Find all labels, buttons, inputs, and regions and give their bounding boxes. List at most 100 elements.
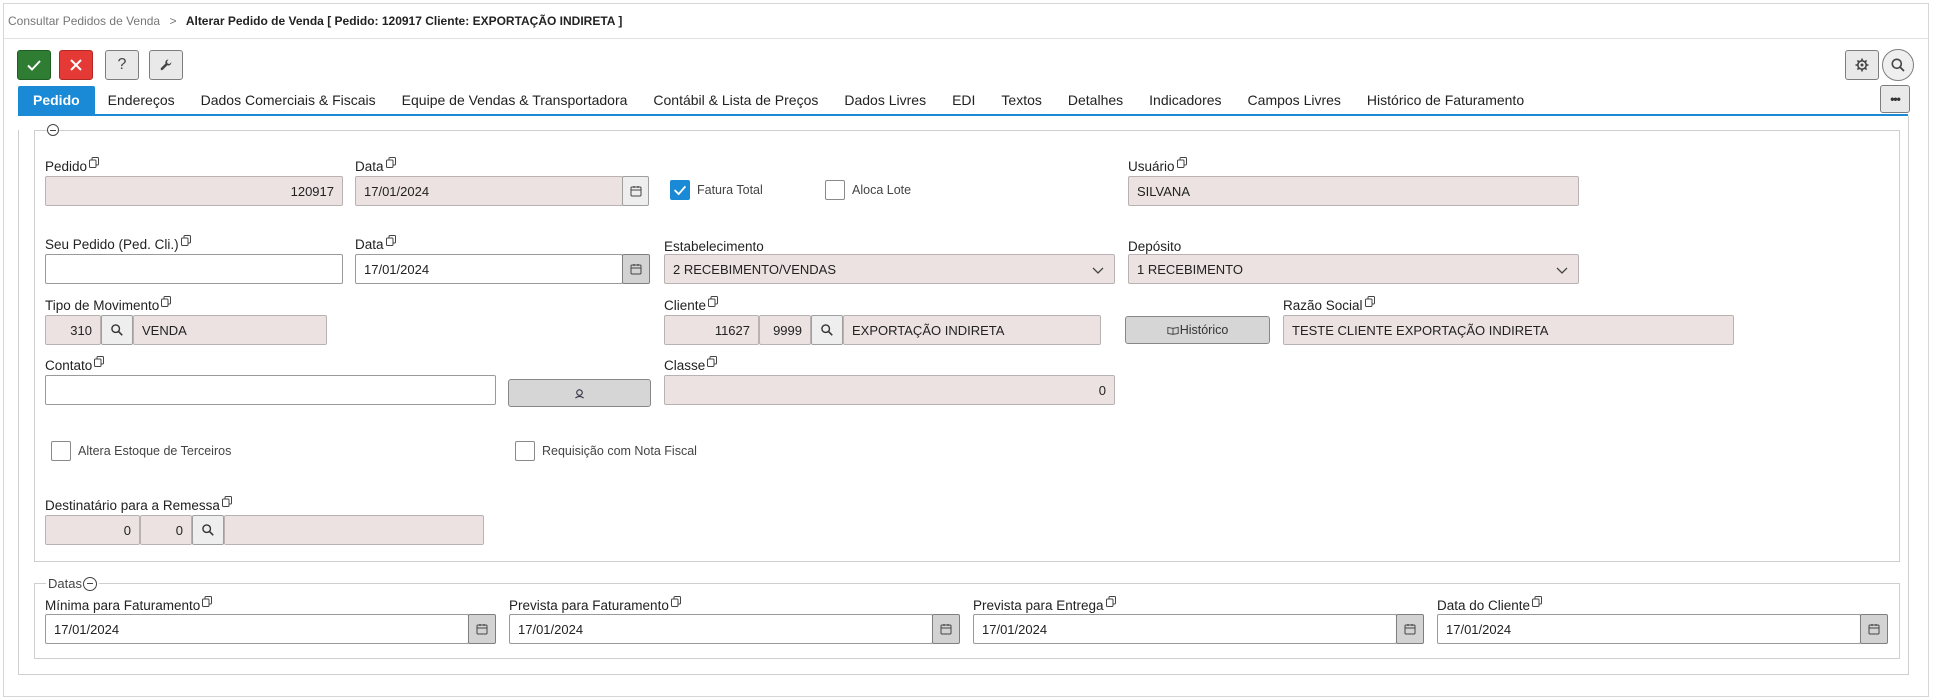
- tab-textos[interactable]: Textos: [988, 86, 1054, 114]
- tab-detalhes[interactable]: Detalhes: [1055, 86, 1136, 114]
- calendar-icon: [630, 186, 641, 197]
- copy-icon: [94, 356, 105, 367]
- copy-icon: [707, 356, 718, 367]
- datas-collapse-button[interactable]: [82, 576, 97, 591]
- prevista-fat-calendar-button[interactable]: [932, 614, 960, 644]
- tools-button[interactable]: [149, 50, 183, 80]
- prevista-ent-calendar-button[interactable]: [1396, 614, 1424, 644]
- tipo-movimento-desc[interactable]: VENDA: [133, 315, 327, 345]
- copy-icon: [202, 596, 213, 607]
- tab-edi[interactable]: EDI: [939, 86, 988, 114]
- tab-equipe-vendas[interactable]: Equipe de Vendas & Transportadora: [389, 86, 641, 114]
- data-cliente-label: Data do Cliente: [1437, 596, 1543, 613]
- check-icon: [27, 60, 41, 71]
- cliente-search-button[interactable]: [811, 315, 843, 345]
- requisicao-nf-checkbox[interactable]: [515, 441, 535, 461]
- razao-social-field[interactable]: TESTE CLIENTE EXPORTAÇÃO INDIRETA: [1283, 315, 1734, 345]
- data-calendar-button[interactable]: [622, 176, 649, 206]
- classe-field[interactable]: 0: [664, 375, 1115, 405]
- aloca-lote-checkbox[interactable]: [825, 180, 845, 200]
- check-icon: [673, 185, 687, 196]
- cancel-button[interactable]: [59, 50, 93, 80]
- cliente-name[interactable]: EXPORTAÇÃO INDIRETA: [843, 315, 1101, 345]
- data2-input[interactable]: 17/01/2024: [355, 254, 623, 284]
- destinatario-code2[interactable]: 0: [140, 515, 192, 545]
- razao-social-label: Razão Social: [1283, 296, 1375, 313]
- breadcrumb-parent-link[interactable]: Consultar Pedidos de Venda: [8, 14, 160, 28]
- chevron-down-icon: [1556, 267, 1568, 274]
- estabelecimento-label: Estabelecimento: [664, 239, 764, 254]
- contato-lookup-button[interactable]: [508, 379, 651, 407]
- seu-pedido-input[interactable]: [45, 254, 343, 284]
- tab-indicadores[interactable]: Indicadores: [1136, 86, 1234, 114]
- content-left-border: [18, 130, 19, 675]
- calendar-icon: [940, 624, 952, 635]
- copy-icon: [161, 296, 172, 307]
- cliente-code2[interactable]: 9999: [759, 315, 811, 345]
- tab-underline: [18, 114, 1908, 116]
- tipo-movimento-label: Tipo de Movimento: [45, 296, 172, 313]
- prevista-fat-label: Prevista para Faturamento: [509, 596, 681, 613]
- contato-input[interactable]: [45, 375, 496, 405]
- destinatario-code1[interactable]: 0: [45, 515, 140, 545]
- settings-button[interactable]: [1845, 50, 1879, 80]
- data-cliente-calendar-button[interactable]: [1860, 614, 1888, 644]
- book-icon: [1167, 326, 1179, 335]
- content-bottom-border: [18, 674, 1908, 675]
- altera-estoque-checkbox[interactable]: [51, 441, 71, 461]
- tipo-movimento-code[interactable]: 310: [45, 315, 101, 345]
- copy-icon: [1532, 596, 1543, 607]
- destinatario-search-button[interactable]: [192, 515, 224, 545]
- copy-icon: [180, 235, 191, 246]
- data2-calendar-button[interactable]: [622, 254, 650, 284]
- search-icon: [1891, 58, 1905, 72]
- data2-label: Data: [355, 235, 396, 252]
- tab-campos-livres[interactable]: Campos Livres: [1235, 86, 1354, 114]
- minima-calendar-button[interactable]: [468, 614, 496, 644]
- tab-pedido[interactable]: Pedido: [18, 86, 95, 114]
- tab-dados-livres[interactable]: Dados Livres: [831, 86, 939, 114]
- estabelecimento-select[interactable]: 2 RECEBIMENTO/VENDAS: [664, 254, 1115, 284]
- search-button[interactable]: [1882, 49, 1914, 81]
- classe-label: Classe: [664, 356, 718, 373]
- help-label: ?: [117, 56, 127, 73]
- pedido-field[interactable]: 120917: [45, 176, 343, 206]
- more-tabs-button[interactable]: •••: [1880, 85, 1910, 113]
- tab-dados-comerciais[interactable]: Dados Comerciais & Fiscais: [188, 86, 389, 114]
- gear-icon: [1855, 58, 1869, 72]
- close-icon: [70, 59, 82, 71]
- pedido-panel-collapse-button[interactable]: [47, 124, 59, 136]
- minima-input[interactable]: 17/01/2024: [45, 614, 469, 644]
- cliente-code[interactable]: 11627: [664, 315, 759, 345]
- data-field[interactable]: 17/01/2024: [355, 176, 623, 206]
- usuario-label: Usuário: [1128, 157, 1187, 174]
- copy-icon: [385, 157, 396, 168]
- copy-icon: [89, 157, 100, 168]
- deposito-select[interactable]: 1 RECEBIMENTO: [1128, 254, 1579, 284]
- data-label: Data: [355, 157, 396, 174]
- copy-icon: [670, 596, 681, 607]
- usuario-field[interactable]: SILVANA: [1128, 176, 1579, 206]
- fatura-total-checkbox[interactable]: [670, 180, 690, 200]
- datas-legend: Datas: [46, 576, 99, 591]
- historico-button[interactable]: Histórico: [1125, 316, 1270, 344]
- cliente-label: Cliente: [664, 296, 719, 313]
- prevista-fat-input[interactable]: 17/01/2024: [509, 614, 933, 644]
- more-label: •••: [1890, 92, 1901, 106]
- destinatario-desc[interactable]: [224, 515, 484, 545]
- help-button[interactable]: ?: [105, 50, 139, 80]
- minima-label: Mínima para Faturamento: [45, 596, 213, 613]
- copy-icon: [708, 296, 719, 307]
- page-title: Alterar Pedido de Venda [ Pedido: 120917…: [185, 14, 623, 28]
- calendar-icon: [630, 264, 642, 275]
- tab-historico-faturamento[interactable]: Histórico de Faturamento: [1354, 86, 1537, 114]
- tipo-movimento-search-button[interactable]: [101, 315, 133, 345]
- fatura-total-label: Fatura Total: [697, 183, 763, 197]
- confirm-button[interactable]: [17, 50, 51, 80]
- prevista-ent-input[interactable]: 17/01/2024: [973, 614, 1397, 644]
- data-cliente-input[interactable]: 17/01/2024: [1437, 614, 1861, 644]
- copy-icon: [221, 496, 232, 507]
- tab-enderecos[interactable]: Endereços: [95, 86, 188, 114]
- prevista-ent-label: Prevista para Entrega: [973, 596, 1116, 613]
- tab-contabil[interactable]: Contábil & Lista de Preços: [640, 86, 831, 114]
